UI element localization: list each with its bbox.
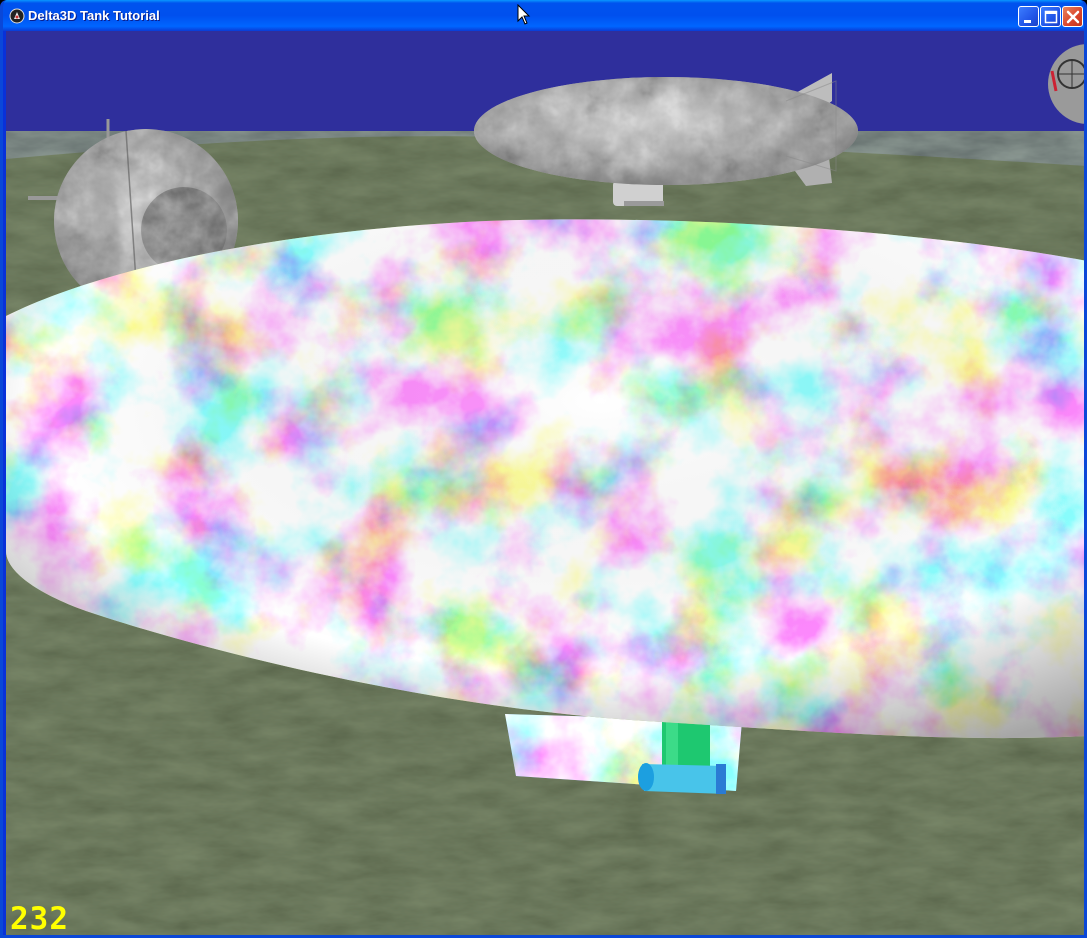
window-title: Delta3D Tank Tutorial [28,8,160,23]
delta3d-icon[interactable] [9,8,25,24]
scene-render [6,31,1084,935]
maximize-icon [1044,10,1058,24]
app-window: Delta3D Tank Tutorial 232 [0,0,1087,938]
close-icon [1066,10,1080,24]
mouse-cursor-icon [517,4,531,25]
3d-viewport[interactable]: 232 [6,31,1084,935]
close-button[interactable] [1062,6,1083,27]
minimize-icon [1024,20,1031,23]
fps-counter: 232 [10,901,69,935]
title-bar[interactable]: Delta3D Tank Tutorial [3,0,1084,31]
maximize-button[interactable] [1040,6,1061,27]
minimize-button[interactable] [1018,6,1039,27]
